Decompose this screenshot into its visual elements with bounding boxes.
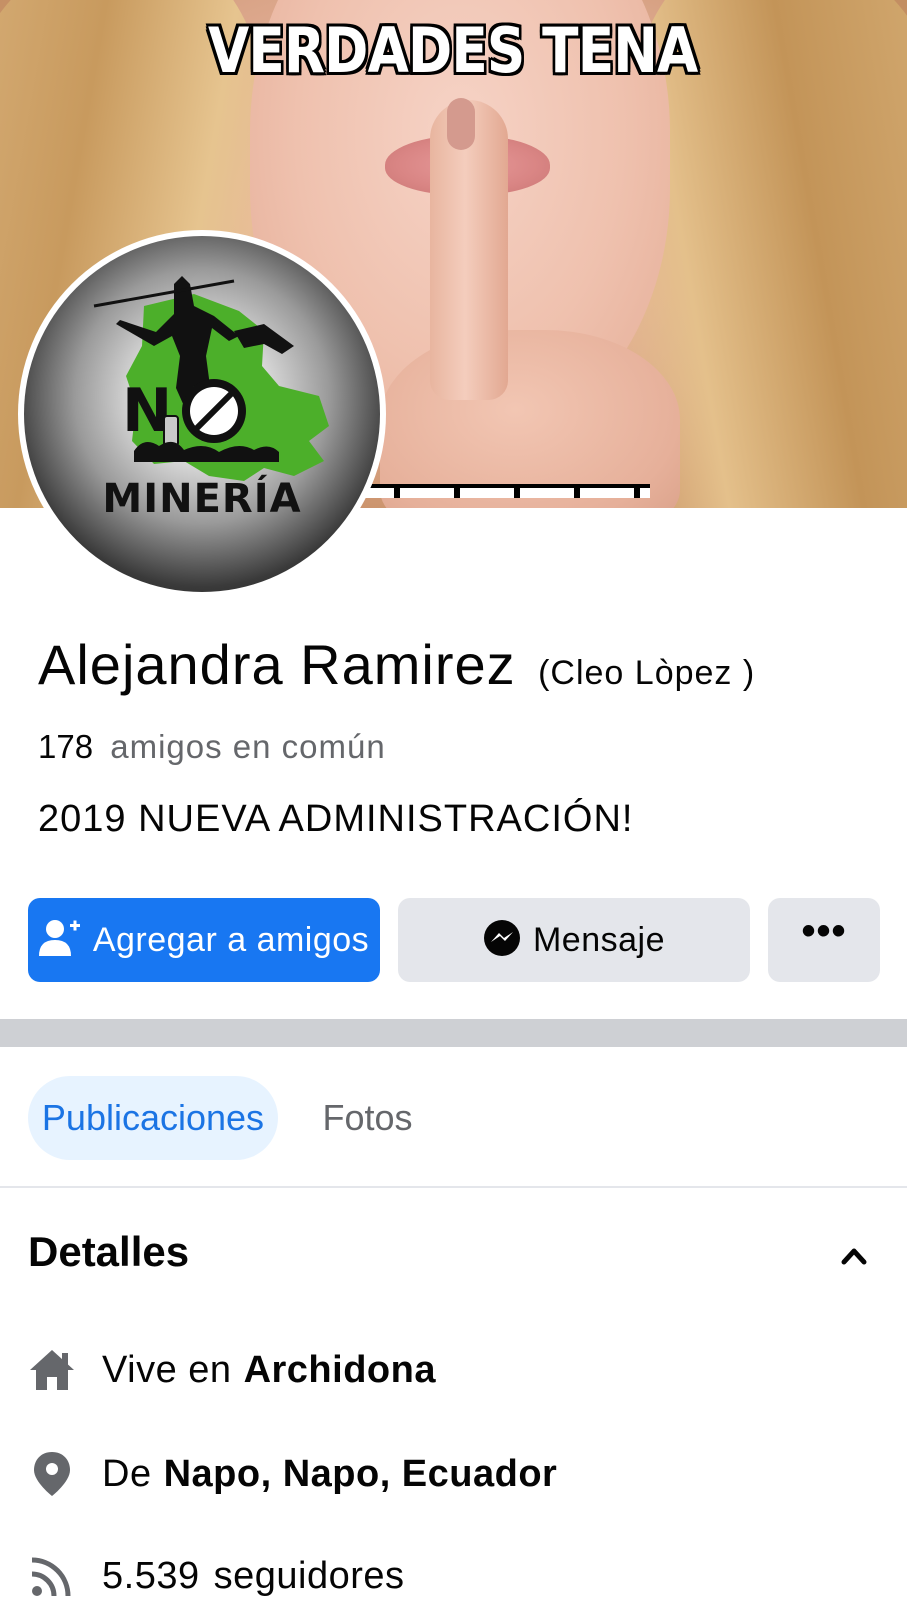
- rss-feed-icon: [28, 1552, 76, 1599]
- person-add-icon: [38, 918, 81, 963]
- chevron-up-icon[interactable]: [836, 1238, 872, 1274]
- profile-alternate-name: (Cleo Lòpez ): [538, 654, 756, 692]
- mutual-friends-label: amigos en común: [110, 728, 386, 765]
- lives-in-place-link[interactable]: Archidona: [244, 1349, 436, 1392]
- tabs-divider: [0, 1186, 907, 1188]
- mutual-friends[interactable]: 178 amigos en común: [38, 728, 386, 766]
- mutual-friends-count: 178: [38, 728, 94, 765]
- cover-title: VERDADES TENA: [208, 14, 698, 87]
- avatar-text: MINERÍA: [102, 476, 302, 522]
- more-options-button[interactable]: •••: [768, 898, 880, 982]
- detail-lives-in: Vive en Archidona: [28, 1346, 436, 1394]
- section-divider: [0, 1019, 907, 1047]
- followers-label: seguidores: [213, 1554, 405, 1597]
- profile-name-row: Alejandra Ramirez (Cleo Lòpez ): [38, 632, 755, 697]
- cover-hand: [380, 330, 680, 508]
- location-pin-icon: [28, 1450, 76, 1498]
- from-prefix: De: [102, 1452, 152, 1495]
- message-button[interactable]: Mensaje: [398, 898, 750, 982]
- detail-from: De Napo, Napo, Ecuador: [28, 1450, 557, 1498]
- message-label: Mensaje: [532, 920, 665, 959]
- more-dots-icon: •••: [801, 908, 847, 953]
- detail-followers[interactable]: 5.539 seguidores: [28, 1552, 405, 1599]
- from-place-link[interactable]: Napo, Napo, Ecuador: [164, 1453, 558, 1496]
- profile-name: Alejandra Ramirez: [38, 633, 516, 696]
- details-heading: Detalles: [28, 1228, 190, 1275]
- tab-fotos[interactable]: Fotos: [300, 1076, 435, 1160]
- profile-bio: 2019 NUEVA ADMINISTRACIÓN!: [38, 798, 634, 840]
- lives-in-prefix: Vive en: [102, 1348, 232, 1391]
- home-icon: [28, 1346, 76, 1394]
- cover-nail: [447, 98, 475, 150]
- followers-count: 5.539: [102, 1554, 200, 1597]
- messenger-icon: [483, 919, 521, 962]
- tab-publicaciones[interactable]: Publicaciones: [28, 1076, 278, 1160]
- cover-cropped-text: [360, 484, 650, 498]
- avatar-logo-graphic: N: [93, 276, 329, 481]
- add-friend-label: Agregar a amigos: [92, 920, 370, 959]
- add-friend-button[interactable]: Agregar a amigos: [28, 898, 380, 982]
- profile-avatar[interactable]: N MINERÍA: [18, 230, 386, 598]
- avatar-image: N MINERÍA: [24, 236, 380, 592]
